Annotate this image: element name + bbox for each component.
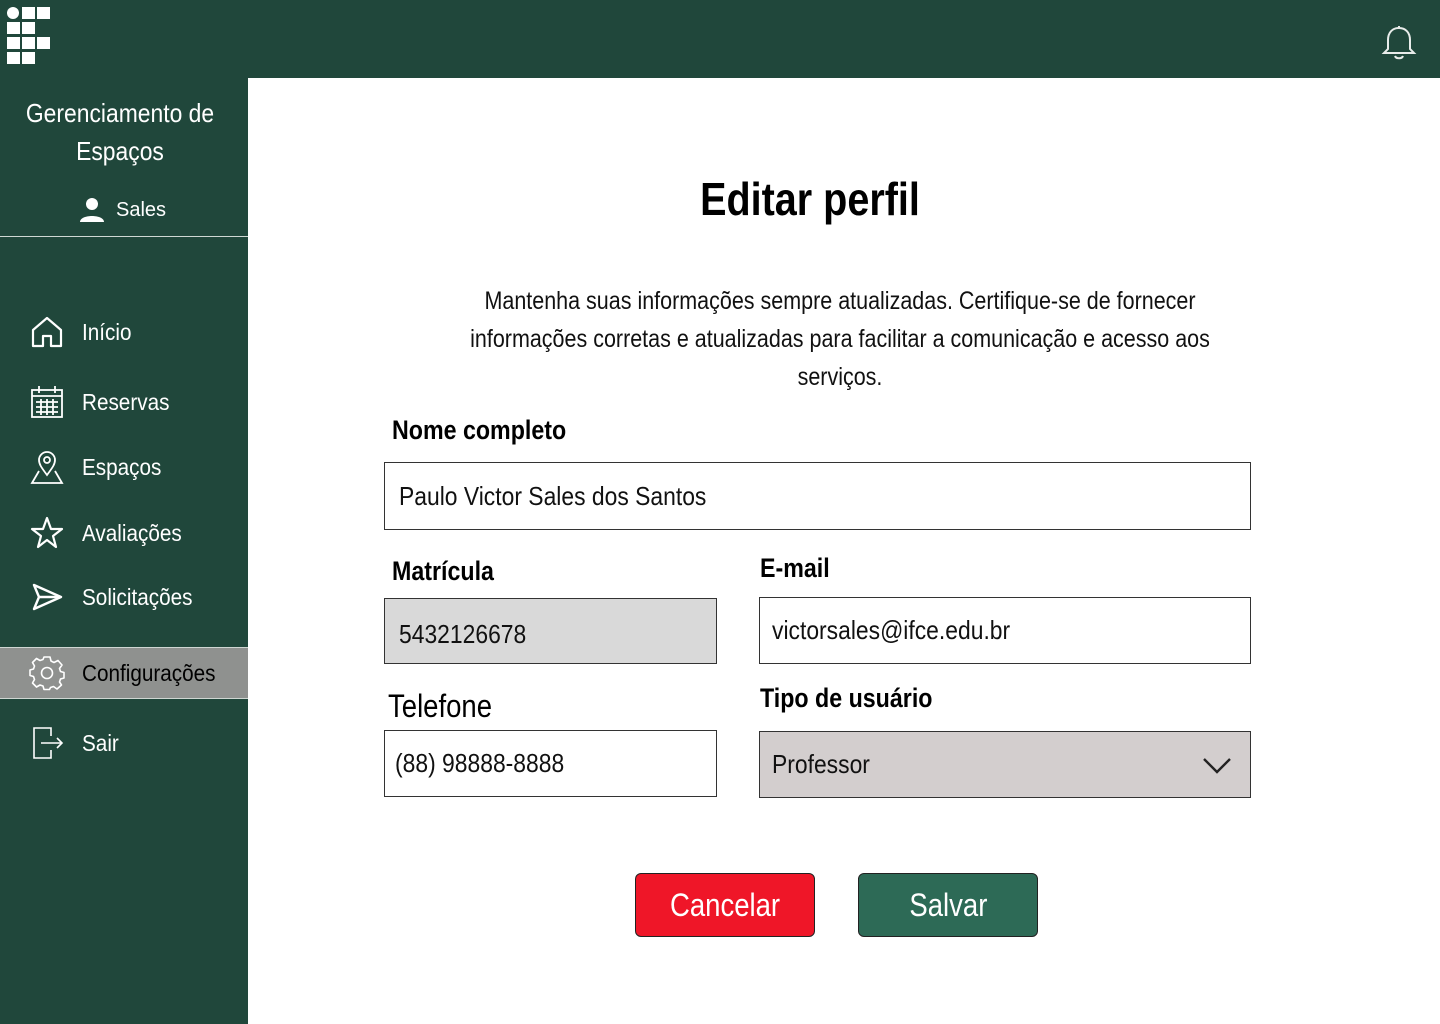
name-label: Nome completo [392, 415, 567, 445]
email-value: victorsales@ifce.edu.br [772, 615, 1011, 645]
user-type-label: Tipo de usuário [760, 683, 933, 713]
sidebar-item-label: Início [82, 318, 132, 345]
sidebar-item-espacos[interactable]: Espaços [0, 441, 248, 493]
registration-value: 5432126678 [399, 618, 527, 649]
send-icon [28, 578, 66, 616]
sidebar-item-label: Avaliações [82, 519, 182, 546]
phone-value: (88) 98888-8888 [395, 748, 565, 778]
sidebar-item-avaliacoes[interactable]: Avaliações [0, 507, 248, 559]
current-user[interactable]: Sales [78, 196, 166, 224]
email-input[interactable]: victorsales@ifce.edu.br [759, 597, 1251, 664]
sidebar-item-inicio[interactable]: Início [0, 306, 248, 358]
home-icon [28, 313, 66, 351]
phone-input[interactable]: (88) 98888-8888 [384, 730, 717, 797]
sidebar-divider [0, 236, 248, 237]
save-button-label: Salvar [908, 886, 987, 923]
sidebar-item-label: Espaços [82, 453, 162, 480]
sidebar-item-label: Sair [82, 729, 119, 756]
map-pin-icon [28, 448, 66, 486]
cancel-button-label: Cancelar [669, 886, 781, 923]
sidebar-item-solicitacoes[interactable]: Solicitações [0, 571, 248, 623]
sidebar-item-sair[interactable]: Sair [0, 717, 248, 769]
save-button[interactable]: Salvar [858, 873, 1038, 937]
cancel-button[interactable]: Cancelar [635, 873, 815, 937]
user-type-select[interactable]: Professor [759, 731, 1251, 798]
page-title: Editar perfil [700, 173, 920, 225]
sidebar-item-reservas[interactable]: Reservas [0, 376, 248, 428]
institution-logo-icon[interactable] [6, 6, 52, 66]
star-icon [28, 514, 66, 552]
gear-icon [28, 654, 66, 692]
sidebar-item-label: Configurações [82, 659, 216, 686]
top-bar [0, 0, 1440, 78]
logout-icon [28, 724, 66, 762]
app-title: Gerenciamento de Espaços [25, 98, 215, 166]
page-description: Mantenha suas informações sempre atualiz… [470, 287, 1210, 391]
calendar-icon [28, 383, 66, 421]
registration-input: 5432126678 [384, 598, 717, 664]
bell-icon[interactable] [1380, 24, 1418, 62]
user-name: Sales [116, 198, 167, 221]
sidebar-item-label: Reservas [82, 388, 170, 415]
user-type-value: Professor [772, 749, 870, 779]
full-name-input[interactable]: Paulo Victor Sales dos Santos [384, 462, 1251, 530]
registration-label: Matrícula [392, 556, 494, 586]
email-label: E-mail [760, 553, 830, 583]
phone-label: Telefone [388, 688, 493, 724]
sidebar-item-label: Solicitações [82, 583, 193, 610]
sidebar-item-configuracoes[interactable]: Configurações [0, 647, 248, 699]
user-icon [80, 198, 104, 222]
chevron-down-icon [1203, 757, 1231, 774]
full-name-value: Paulo Victor Sales dos Santos [399, 480, 707, 511]
